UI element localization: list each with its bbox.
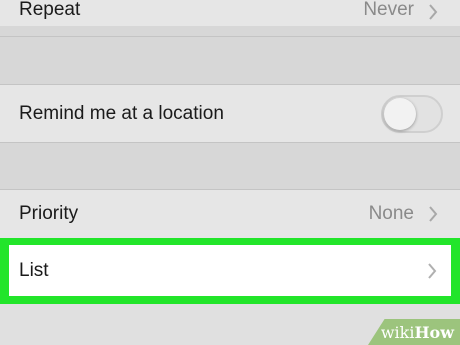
priority-row[interactable]: Priority None	[0, 190, 460, 238]
repeat-value: Never	[363, 0, 414, 20]
divider	[0, 142, 460, 143]
repeat-label: Repeat	[19, 0, 81, 20]
divider	[0, 36, 460, 37]
remind-location-label: Remind me at a location	[19, 102, 224, 124]
list-label: List	[19, 259, 49, 281]
watermark-wiki: wiki	[380, 322, 415, 342]
chevron-right-icon	[429, 4, 438, 20]
remind-location-row: Remind me at a location	[0, 85, 460, 142]
priority-label: Priority	[19, 203, 79, 224]
remind-location-toggle[interactable]	[381, 94, 443, 133]
repeat-row[interactable]: Repeat Never	[0, 0, 460, 26]
chevron-right-icon	[428, 262, 437, 279]
list-row[interactable]: List	[9, 245, 451, 296]
priority-value: None	[368, 203, 414, 224]
toggle-knob	[384, 97, 416, 130]
watermark-how: How	[414, 322, 454, 342]
chevron-right-icon	[429, 206, 438, 222]
